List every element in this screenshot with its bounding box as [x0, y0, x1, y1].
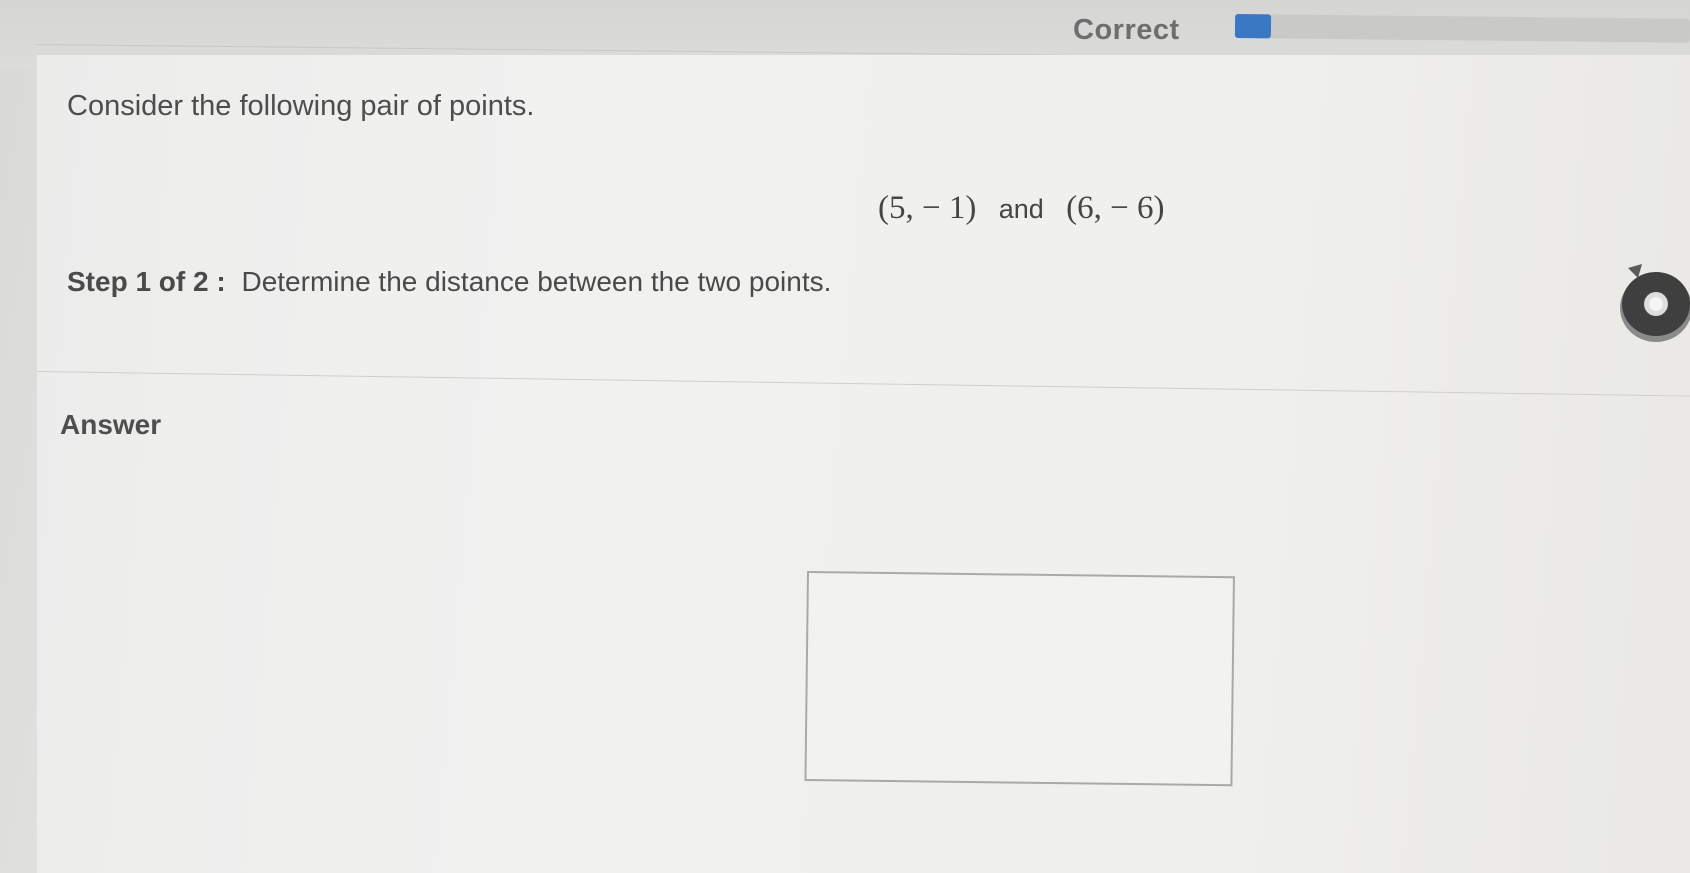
status-label: Correct — [1073, 14, 1180, 46]
point-b: (6, − 6) — [1066, 190, 1165, 226]
answer-heading: Answer — [60, 409, 162, 440]
step-text: Determine the distance between the two p… — [241, 266, 832, 297]
question-prompt: Consider the following pair of points. — [67, 90, 535, 122]
progress-bar-fill — [1234, 14, 1272, 39]
points-expression: (5, − 1) and (6, − 6) — [878, 190, 1164, 227]
step-label: Step 1 of 2 : — [67, 266, 226, 297]
points-conjunction: and — [998, 194, 1044, 224]
progress-bar — [1234, 14, 1690, 43]
answer-input[interactable] — [804, 571, 1235, 787]
video-help-icon[interactable] — [1618, 262, 1690, 346]
point-a: (5, − 1) — [878, 190, 977, 226]
step-instruction: Step 1 of 2 : Determine the distance bet… — [67, 266, 831, 298]
